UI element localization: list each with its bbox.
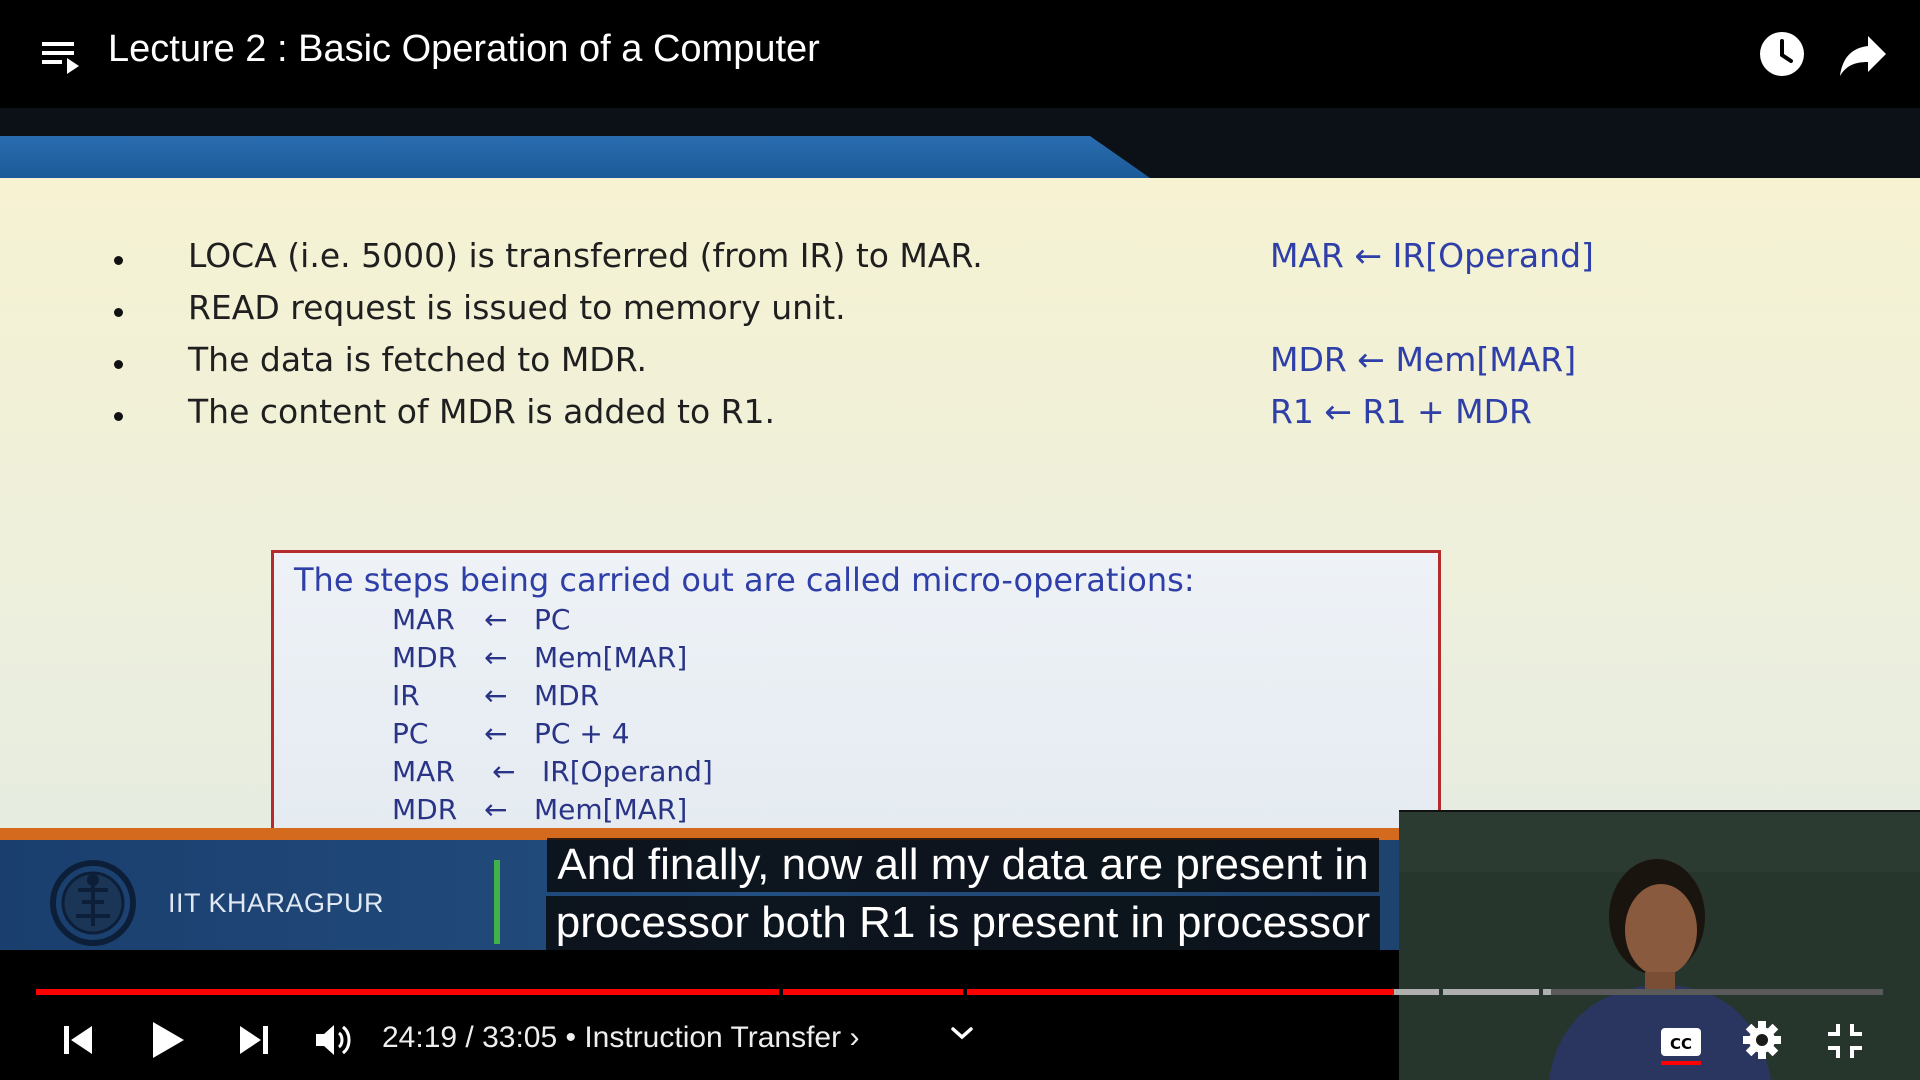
micro-op-arrow: ← (484, 641, 508, 674)
micro-op-destination: IR (392, 679, 420, 712)
exit-fullscreen-icon[interactable] (1826, 1022, 1864, 1060)
chevron-down-icon[interactable] (948, 1022, 976, 1044)
settings-icon[interactable] (1742, 1020, 1782, 1060)
top-bar: Lecture 2 : Basic Operation of a Compute… (0, 0, 1920, 108)
time-elapsed-total: 24:19 / 33:05 (382, 1021, 558, 1054)
micro-op-destination: MAR (392, 755, 455, 788)
footer-divider (494, 860, 500, 944)
previous-icon[interactable] (62, 1024, 96, 1056)
micro-op-source: MDR (534, 679, 600, 712)
progress-played[interactable] (36, 989, 779, 995)
bullet-dot (114, 412, 123, 421)
bullet-item: The content of MDR is added to R1. R1 ← … (110, 392, 1870, 444)
micro-op-arrow: ← (484, 717, 508, 750)
play-icon[interactable] (150, 1020, 186, 1060)
register-transfer: MAR ← IR[Operand] (1270, 236, 1594, 275)
slide-body: LOCA (i.e. 5000) is transferred (from IR… (0, 178, 1920, 876)
micro-op-destination: MDR (392, 793, 458, 826)
progress-bar[interactable] (36, 989, 1884, 995)
micro-op-source: PC + 4 (534, 717, 630, 750)
micro-op-arrow: ← (484, 793, 508, 826)
progress-played[interactable] (967, 989, 1395, 995)
next-icon[interactable] (236, 1024, 270, 1056)
micro-op-arrow: ← (484, 603, 508, 636)
micro-op-destination: MAR (392, 603, 455, 636)
subtitle-overlay: And finally, now all my data are present… (512, 838, 1414, 954)
bullet-item: LOCA (i.e. 5000) is transferred (from IR… (110, 236, 1870, 288)
playlist-icon[interactable] (40, 36, 82, 76)
slide-header-accent (0, 136, 1150, 178)
bullet-list: LOCA (i.e. 5000) is transferred (from IR… (110, 236, 1870, 444)
bullet-dot (114, 256, 123, 265)
institute-name: IIT KHARAGPUR (168, 888, 385, 918)
micro-op-arrow: ← (484, 679, 508, 712)
micro-op-source: PC (534, 603, 571, 636)
micro-op-source: Mem[MAR] (534, 793, 688, 826)
progress-played[interactable] (783, 989, 963, 995)
video-title[interactable]: Lecture 2 : Basic Operation of a Compute… (108, 28, 820, 71)
bullet-text: READ request is issued to memory unit. (188, 288, 846, 327)
micro-op-source: IR[Operand] (542, 755, 713, 788)
micro-op-destination: MDR (392, 641, 458, 674)
bullet-dot (114, 308, 123, 317)
iit-kharagpur-logo (50, 860, 136, 946)
bullet-text: The data is fetched to MDR. (188, 340, 647, 379)
watch-later-icon[interactable] (1758, 30, 1806, 78)
micro-op-source: Mem[MAR] (534, 641, 688, 674)
bullet-item: READ request is issued to memory unit. (110, 288, 1870, 340)
progress-buffered[interactable] (1443, 989, 1539, 995)
register-transfer: R1 ← R1 + MDR (1270, 392, 1532, 431)
micro-op-arrow: ← (492, 755, 516, 788)
progress-buffered[interactable] (1394, 989, 1439, 995)
register-transfer: MDR ← Mem[MAR] (1270, 340, 1577, 379)
subtitle-line: And finally, now all my data are present… (547, 838, 1379, 892)
progress-buffered[interactable] (1543, 989, 1552, 995)
bullet-text: LOCA (i.e. 5000) is transferred (from IR… (188, 236, 983, 275)
time-display: 24:19 / 33:05 • Instruction Transfer › (382, 1021, 859, 1055)
cc-icon[interactable]: CC (1660, 1024, 1702, 1066)
bullet-text: The content of MDR is added to R1. (188, 392, 776, 431)
subtitle-line: processor both R1 is present in processo… (545, 896, 1381, 950)
volume-icon[interactable] (314, 1022, 352, 1058)
micro-operations-title: The steps being carried out are called m… (294, 561, 1195, 599)
share-icon[interactable] (1838, 32, 1888, 78)
progress-unplayed[interactable] (1551, 989, 1883, 995)
slide-header-bar (0, 108, 1920, 178)
svg-text:CC: CC (1670, 1035, 1692, 1053)
micro-op-destination: PC (392, 717, 429, 750)
bullet-item: The data is fetched to MDR. MDR ← Mem[MA… (110, 340, 1870, 392)
chapter-title[interactable]: • Instruction Transfer › (566, 1021, 860, 1054)
bullet-dot (114, 360, 123, 369)
